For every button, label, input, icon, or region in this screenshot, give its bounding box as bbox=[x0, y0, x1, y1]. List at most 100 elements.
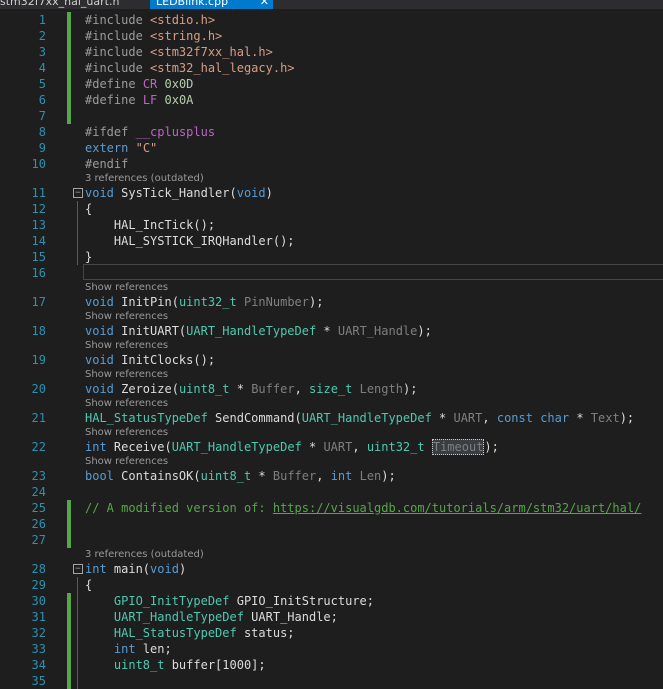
tab-label: LEDBlink.cpp bbox=[156, 0, 229, 8]
line-number: 6 bbox=[38, 93, 46, 107]
code-line: 29 { bbox=[0, 577, 663, 593]
line-number: 28 bbox=[31, 562, 46, 576]
line-number: 2 bbox=[38, 29, 46, 43]
line-text: HAL_StatusTypeDef SendCommand(UART_Handl… bbox=[85, 411, 635, 425]
change-marker bbox=[67, 673, 71, 689]
line-number: 15 bbox=[31, 250, 46, 264]
line-number: 5 bbox=[38, 77, 46, 91]
code-line: 2 #include <string.h> bbox=[0, 28, 663, 44]
line-text: // A modified version of: https://visual… bbox=[85, 501, 642, 515]
codelens-references[interactable]: Show references bbox=[85, 426, 585, 439]
change-marker bbox=[67, 60, 71, 76]
line-number: 10 bbox=[31, 157, 46, 171]
line-number: 31 bbox=[31, 610, 46, 624]
code-line: 10 #endif bbox=[0, 156, 663, 172]
line-number: 20 bbox=[31, 382, 46, 396]
codelens-references[interactable]: Show references bbox=[85, 310, 585, 323]
code-line: 1 #include <stdio.h> bbox=[0, 12, 663, 28]
codelens-references[interactable]: 3 references (outdated) bbox=[85, 172, 585, 185]
line-text: #define LF 0x0A bbox=[85, 93, 194, 107]
line-number: 22 bbox=[31, 440, 46, 454]
line-number: 25 bbox=[31, 501, 46, 515]
code-line: 3 #include <stm32f7xx_hal.h> bbox=[0, 44, 663, 60]
line-text: void SysTick_Handler(void) bbox=[85, 186, 273, 200]
line-number: 4 bbox=[38, 61, 46, 75]
line-number: 32 bbox=[31, 626, 46, 640]
line-text: HAL_IncTick(); bbox=[85, 218, 216, 232]
change-marker bbox=[67, 28, 71, 44]
fold-guide bbox=[77, 609, 78, 625]
line-number: 18 bbox=[31, 324, 46, 338]
code-line: 6 #define LF 0x0A bbox=[0, 92, 663, 108]
line-number: 34 bbox=[31, 658, 46, 672]
code-editor[interactable]: 1 #include <stdio.h> 2 #include <string.… bbox=[0, 9, 663, 689]
code-line: 13 HAL_IncTick(); bbox=[0, 217, 663, 233]
codelens-references[interactable]: 3 references (outdated) bbox=[85, 548, 585, 561]
line-number: 30 bbox=[31, 594, 46, 608]
change-marker bbox=[67, 641, 71, 657]
codelens-references[interactable]: Show references bbox=[85, 397, 585, 410]
code-line: 21 HAL_StatusTypeDef SendCommand(UART_Ha… bbox=[0, 410, 663, 426]
code-line: 30 GPIO_InitTypeDef GPIO_InitStructure; bbox=[0, 593, 663, 609]
tab-ledblink-cpp[interactable]: LEDBlink.cpp ✕ bbox=[150, 0, 273, 9]
code-line: 15 } bbox=[0, 249, 663, 265]
line-number: 1 bbox=[38, 13, 46, 27]
comment-link[interactable]: https://visualgdb.com/tutorials/arm/stm3… bbox=[273, 501, 641, 515]
code-line: 34 uint8_t buffer[1000]; bbox=[0, 657, 663, 673]
code-line: 18 void InitUART(UART_HandleTypeDef * UA… bbox=[0, 323, 663, 339]
code-line: 16 bbox=[0, 265, 663, 281]
line-number: 8 bbox=[38, 125, 46, 139]
codelens-references[interactable]: Show references bbox=[85, 455, 585, 468]
code-line: 25 // A modified version of: https://vis… bbox=[0, 500, 663, 516]
change-marker bbox=[67, 12, 71, 28]
code-line: 27 bbox=[0, 532, 663, 548]
line-text: void Zeroize(uint8_t * Buffer, size_t Le… bbox=[85, 382, 418, 396]
line-number: 21 bbox=[31, 411, 46, 425]
codelens-references[interactable]: Show references bbox=[85, 339, 585, 352]
line-text: int Receive(UART_HandleTypeDef * UART, u… bbox=[85, 439, 499, 455]
code-line: 17 void InitPin(uint32_t PinNumber); bbox=[0, 294, 663, 310]
close-icon[interactable]: ✕ bbox=[260, 0, 269, 9]
collapse-icon[interactable]: − bbox=[73, 564, 83, 574]
code-line: 8 #ifdef __cplusplus bbox=[0, 124, 663, 140]
line-number: 26 bbox=[31, 517, 46, 531]
line-number: 24 bbox=[31, 485, 46, 499]
line-text: GPIO_InitTypeDef GPIO_InitStructure; bbox=[113, 594, 374, 608]
fold-guide bbox=[77, 249, 78, 265]
line-number: 33 bbox=[31, 642, 46, 656]
line-text: void InitUART(UART_HandleTypeDef * UART_… bbox=[85, 324, 432, 338]
fold-guide bbox=[77, 217, 78, 233]
code-line: 24 bbox=[0, 484, 663, 500]
line-text: int len; bbox=[113, 642, 172, 656]
line-text: void InitPin(uint32_t PinNumber); bbox=[85, 295, 324, 309]
line-text: #include <stm32_hal_legacy.h> bbox=[85, 61, 295, 75]
code-line: 28 − int main(void) bbox=[0, 561, 663, 577]
code-line: 31 UART_HandleTypeDef UART_Handle; bbox=[0, 609, 663, 625]
code-line: 4 #include <stm32_hal_legacy.h> bbox=[0, 60, 663, 76]
tab-bar: stm32f7xx_hal_uart.h LEDBlink.cpp ✕ bbox=[0, 0, 663, 9]
tab-stm32f7xx-hal-uart-h[interactable]: stm32f7xx_hal_uart.h bbox=[0, 0, 140, 9]
line-text: bool ContainsOK(uint8_t * Buffer, int Le… bbox=[85, 469, 396, 483]
change-marker bbox=[67, 593, 71, 609]
line-number: 17 bbox=[31, 295, 46, 309]
codelens-references[interactable]: Show references bbox=[85, 368, 585, 381]
fold-guide bbox=[77, 201, 78, 217]
fold-guide bbox=[77, 577, 78, 593]
change-marker bbox=[67, 609, 71, 625]
codelens-references[interactable]: Show references bbox=[85, 281, 585, 294]
line-text: } bbox=[85, 250, 93, 264]
change-marker bbox=[67, 657, 71, 673]
collapse-icon[interactable]: − bbox=[73, 188, 83, 198]
line-number: 7 bbox=[38, 109, 46, 123]
fold-guide bbox=[77, 673, 78, 689]
line-number: 14 bbox=[31, 234, 46, 248]
change-marker bbox=[67, 625, 71, 641]
line-number: 27 bbox=[31, 533, 46, 547]
code-line: 22 int Receive(UART_HandleTypeDef * UART… bbox=[0, 439, 663, 455]
change-marker bbox=[67, 500, 71, 516]
line-number: 11 bbox=[31, 186, 46, 200]
line-text: { bbox=[85, 202, 93, 216]
code-line: 12 { bbox=[0, 201, 663, 217]
code-line: 35 bbox=[0, 673, 663, 689]
code-line: 23 bool ContainsOK(uint8_t * Buffer, int… bbox=[0, 468, 663, 484]
